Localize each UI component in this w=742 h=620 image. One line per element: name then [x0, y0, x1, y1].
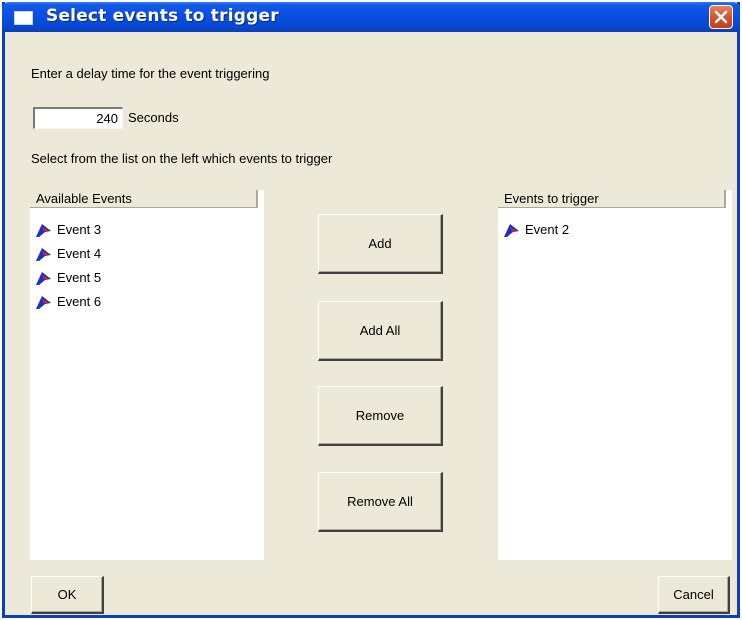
events-to-trigger-header[interactable]: Events to trigger: [498, 190, 726, 208]
delay-unit-label: Seconds: [128, 110, 179, 125]
remove-all-button[interactable]: Remove All: [318, 472, 443, 532]
instructions-label: Select from the list on the left which e…: [31, 151, 333, 166]
list-item-label: Event 5: [57, 270, 102, 285]
dialog-window: Select events to trigger Enter a delay t…: [2, 2, 740, 618]
window-title: Select events to trigger: [46, 6, 279, 26]
event-flag-icon: [36, 248, 51, 261]
delay-seconds-input[interactable]: 240: [33, 107, 123, 129]
event-flag-icon: [504, 224, 519, 237]
cancel-button[interactable]: Cancel: [658, 576, 730, 614]
close-icon: [714, 10, 728, 24]
delay-prompt-label: Enter a delay time for the event trigger…: [31, 66, 270, 81]
available-events-header[interactable]: Available Events: [30, 190, 258, 208]
available-events-header-label: Available Events: [36, 191, 132, 206]
event-flag-icon: [36, 272, 51, 285]
events-to-trigger-list[interactable]: Events to trigger Event 2: [498, 190, 732, 560]
list-item-label: Event 4: [57, 246, 102, 261]
window-icon: [14, 11, 33, 25]
close-button[interactable]: [709, 5, 733, 29]
list-item-label: Event 6: [57, 294, 102, 309]
available-events-list[interactable]: Available Events Event 3 Event 4 Event 5: [30, 190, 264, 560]
title-bar[interactable]: Select events to trigger: [2, 2, 740, 32]
event-flag-icon: [36, 224, 51, 237]
event-flag-icon: [36, 296, 51, 309]
add-button[interactable]: Add: [318, 214, 443, 274]
events-to-trigger-header-label: Events to trigger: [504, 191, 599, 206]
list-item-label: Event 2: [525, 222, 570, 237]
ok-button[interactable]: OK: [31, 576, 104, 614]
list-item-label: Event 3: [57, 222, 102, 237]
add-all-button[interactable]: Add All: [318, 301, 443, 361]
remove-button[interactable]: Remove: [318, 386, 443, 446]
